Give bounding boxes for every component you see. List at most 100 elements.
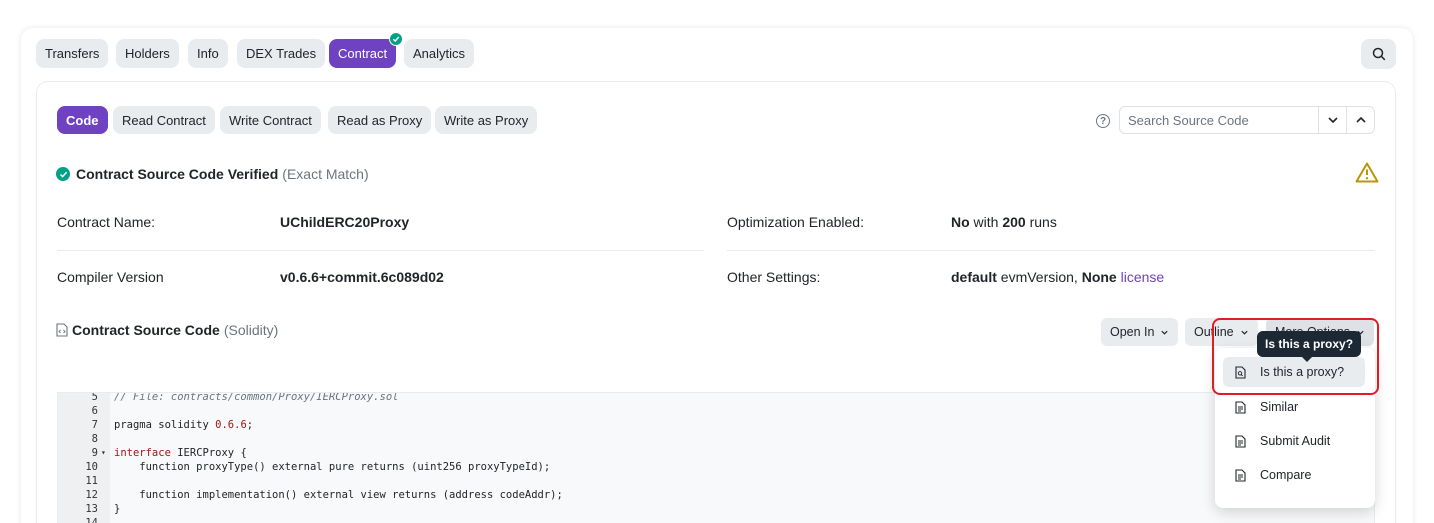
divider bbox=[727, 250, 1375, 251]
outline-label: Outline bbox=[1194, 325, 1234, 339]
tab-holders[interactable]: Holders bbox=[116, 39, 179, 68]
search-prev-button[interactable] bbox=[1346, 107, 1374, 133]
code-line: 7 pragma solidity 0.6.6; bbox=[58, 418, 1374, 432]
license-link[interactable]: license bbox=[1121, 269, 1165, 285]
menu-item-label: Similar bbox=[1260, 400, 1299, 414]
chevron-down-icon bbox=[1327, 117, 1338, 124]
line-number: 9 bbox=[91, 447, 98, 459]
code-line: 9 ▾ interface IERCProxy { bbox=[58, 446, 1374, 460]
subtab-code[interactable]: Code bbox=[57, 106, 108, 134]
line-number: 8 bbox=[91, 433, 98, 445]
subtab-label: Read Contract bbox=[122, 112, 206, 128]
other-settings-label: Other Settings: bbox=[727, 269, 821, 285]
tab-analytics[interactable]: Analytics bbox=[404, 39, 475, 68]
tab-label: Contract bbox=[338, 46, 388, 61]
subtab-label: Read as Proxy bbox=[337, 112, 423, 128]
subtab-read-as-proxy[interactable]: Read as Proxy bbox=[328, 106, 432, 134]
code-line: 12 function implementation() external vi… bbox=[58, 488, 1374, 502]
file-icon bbox=[1235, 400, 1246, 414]
open-in-button[interactable]: Open In bbox=[1101, 318, 1179, 346]
fold-toggle-icon[interactable]: ▾ bbox=[101, 446, 106, 460]
verified-title: Contract Source Code Verified bbox=[76, 166, 279, 182]
code-text: // File: contracts/common/Proxy/IERCProx… bbox=[114, 392, 399, 403]
optimization-label: Optimization Enabled: bbox=[727, 214, 864, 230]
compiler-version-value: v0.6.6+commit.6c089d02 bbox=[280, 269, 444, 285]
menu-item-label: Compare bbox=[1260, 468, 1312, 482]
code-line: 11 bbox=[58, 474, 1374, 488]
source-code-heading: Contract Source Code (Solidity) bbox=[56, 322, 278, 338]
code-line: 5 // File: contracts/common/Proxy/IERCPro… bbox=[58, 392, 1374, 404]
menu-item-label: Is this a proxy? bbox=[1260, 365, 1345, 379]
line-number: 12 bbox=[85, 489, 98, 501]
code-text: interface IERCProxy { bbox=[114, 447, 247, 459]
code-text: function proxyType() external pure retur… bbox=[114, 461, 551, 473]
source-search bbox=[1119, 106, 1375, 134]
tab-label: Transfers bbox=[45, 46, 100, 61]
tab-info[interactable]: Info bbox=[188, 39, 228, 68]
proxy-tooltip: Is this a proxy? bbox=[1257, 331, 1362, 357]
line-number: 7 bbox=[91, 419, 98, 431]
tab-label: Holders bbox=[125, 46, 170, 61]
divider bbox=[57, 250, 704, 251]
code-line: 6 bbox=[58, 404, 1374, 418]
warning-icon[interactable] bbox=[1355, 162, 1379, 188]
contract-name-value: UChildERC20Proxy bbox=[280, 214, 410, 230]
tooltip-arrow bbox=[1302, 357, 1312, 362]
verified-subtitle: (Exact Match) bbox=[282, 166, 369, 182]
other-settings-value: default evmVersion, None license bbox=[951, 269, 1165, 285]
search-button[interactable] bbox=[1361, 39, 1396, 69]
search-next-button[interactable] bbox=[1318, 107, 1346, 133]
menu-item-label: Submit Audit bbox=[1260, 434, 1331, 448]
optimization-value: No with 200 runs bbox=[951, 214, 1057, 230]
more-options-menu: Is this a proxy? Similar Submit Audit Co… bbox=[1215, 348, 1375, 508]
menu-item-similar[interactable]: Similar bbox=[1223, 392, 1365, 422]
file-icon bbox=[1235, 434, 1246, 448]
subtab-write-contract[interactable]: Write Contract bbox=[220, 106, 321, 134]
code-line: 8 bbox=[58, 432, 1374, 446]
search-icon bbox=[1372, 47, 1385, 61]
compiler-version-label: Compiler Version bbox=[57, 269, 164, 285]
code-editor[interactable]: 5 // File: contracts/common/Proxy/IERCPro… bbox=[57, 392, 1375, 523]
line-number: 5 bbox=[91, 392, 98, 403]
line-number: 13 bbox=[85, 503, 98, 515]
tab-label: Info bbox=[197, 46, 219, 61]
tab-label: DEX Trades bbox=[246, 46, 317, 61]
subtab-label: Write Contract bbox=[229, 112, 312, 128]
menu-item-submit-audit[interactable]: Submit Audit bbox=[1223, 426, 1365, 456]
line-number: 6 bbox=[91, 405, 98, 417]
chevron-down-icon bbox=[1161, 330, 1169, 335]
chevron-up-icon bbox=[1355, 116, 1366, 123]
subtab-read-contract[interactable]: Read Contract bbox=[113, 106, 215, 134]
menu-item-compare[interactable]: Compare bbox=[1223, 460, 1365, 490]
tab-dex-trades[interactable]: DEX Trades bbox=[237, 39, 326, 68]
file-code-icon bbox=[56, 323, 68, 337]
file-icon bbox=[1235, 468, 1246, 482]
source-subtitle: (Solidity) bbox=[223, 322, 279, 338]
tab-contract[interactable]: Contract bbox=[329, 39, 397, 68]
chevron-down-icon bbox=[1240, 330, 1248, 335]
code-text: } bbox=[114, 503, 121, 515]
tab-transfers[interactable]: Transfers bbox=[36, 39, 109, 68]
search-source-input[interactable] bbox=[1120, 107, 1318, 133]
verified-check-icon bbox=[56, 167, 70, 181]
source-title: Contract Source Code bbox=[72, 322, 220, 338]
verified-status: Contract Source Code Verified (Exact Mat… bbox=[56, 166, 369, 182]
line-number: 10 bbox=[85, 461, 98, 473]
menu-item-is-proxy[interactable]: Is this a proxy? bbox=[1223, 357, 1365, 387]
code-line: 13} bbox=[58, 502, 1374, 516]
help-icon[interactable]: ? bbox=[1096, 114, 1110, 128]
file-search-icon bbox=[1235, 365, 1246, 379]
subtab-label: Code bbox=[66, 112, 99, 128]
contract-name-label: Contract Name: bbox=[57, 214, 156, 230]
line-number: 14 bbox=[85, 517, 98, 523]
code-text: function implementation() external view … bbox=[114, 489, 563, 501]
tab-label: Analytics bbox=[413, 46, 466, 61]
subtab-write-as-proxy[interactable]: Write as Proxy bbox=[435, 106, 538, 134]
line-number: 11 bbox=[85, 475, 98, 487]
code-text: pragma solidity 0.6.6; bbox=[114, 419, 254, 431]
open-in-label: Open In bbox=[1110, 325, 1155, 339]
verified-check-icon bbox=[389, 32, 403, 46]
outline-button[interactable]: Outline bbox=[1185, 318, 1258, 346]
code-line: 10 function proxyType() external pure re… bbox=[58, 460, 1374, 474]
subtab-label: Write as Proxy bbox=[444, 112, 529, 128]
